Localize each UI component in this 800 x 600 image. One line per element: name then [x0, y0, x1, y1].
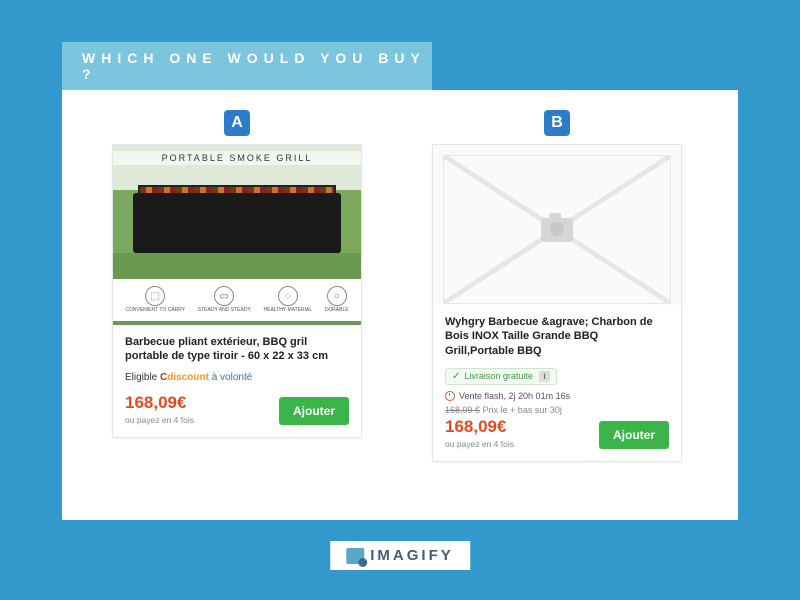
eligible-line: Eligible Cdiscount à volonté [125, 372, 349, 383]
feature-label: STEADY AND STEADY [198, 308, 251, 314]
clock-icon [445, 391, 455, 401]
flash-sale-row: Vente flash, 2j 20h 01m 16s [445, 391, 669, 401]
compare-panel: A PORTABLE SMOKE GRILL ⬚CONVENIENT TO CA… [62, 90, 738, 520]
check-icon: ✓ [452, 371, 460, 382]
brand-logo: IMAGIFY [330, 541, 470, 570]
product-title-b: Wyhgry Barbecue &agrave; Charbon de Bois… [445, 315, 669, 358]
product-image-a: PORTABLE SMOKE GRILL ⬚CONVENIENT TO CARR… [113, 145, 361, 325]
logo-mark-icon [346, 548, 364, 564]
old-price-line: 168,09 € Prix le + bas sur 30j [445, 405, 669, 415]
feature-label: DURABLE [325, 308, 349, 314]
badge-b: B [544, 110, 570, 136]
price-b: 168,09€ [445, 417, 514, 437]
payplan-b: ou payez en 4 fois [445, 439, 514, 449]
header-title: WHICH ONE WOULD YOU BUY ? [82, 50, 432, 82]
option-a-column: A PORTABLE SMOKE GRILL ⬚CONVENIENT TO CA… [112, 110, 362, 500]
info-icon[interactable]: i [539, 371, 550, 382]
camera-placeholder-icon [541, 218, 573, 242]
payplan-a: ou payez en 4 fois [125, 415, 194, 425]
image-overlay-text: PORTABLE SMOKE GRILL [113, 151, 361, 165]
badge-a: A [224, 110, 250, 136]
option-b-column: B Wyhgry Barbecue &agrave; Charbon de Bo… [432, 110, 682, 500]
header-banner: WHICH ONE WOULD YOU BUY ? [62, 42, 432, 90]
feature-row: ⬚CONVENIENT TO CARRY ▭STEADY AND STEADY … [113, 279, 361, 321]
brand-name: IMAGIFY [370, 547, 454, 564]
free-shipping-badge: ✓ Livraison gratuite i [445, 368, 557, 385]
product-card-a[interactable]: PORTABLE SMOKE GRILL ⬚CONVENIENT TO CARR… [112, 144, 362, 438]
add-button-a[interactable]: Ajouter [279, 397, 349, 425]
product-image-b [433, 145, 681, 305]
product-title-a: Barbecue pliant extérieur, BBQ gril port… [125, 335, 349, 364]
add-button-b[interactable]: Ajouter [599, 421, 669, 449]
price-a: 168,09€ [125, 393, 194, 413]
product-card-b[interactable]: Wyhgry Barbecue &agrave; Charbon de Bois… [432, 144, 682, 462]
feature-label: CONVENIENT TO CARRY [125, 308, 185, 314]
feature-label: HEALTHY MATERIAL [264, 308, 313, 314]
